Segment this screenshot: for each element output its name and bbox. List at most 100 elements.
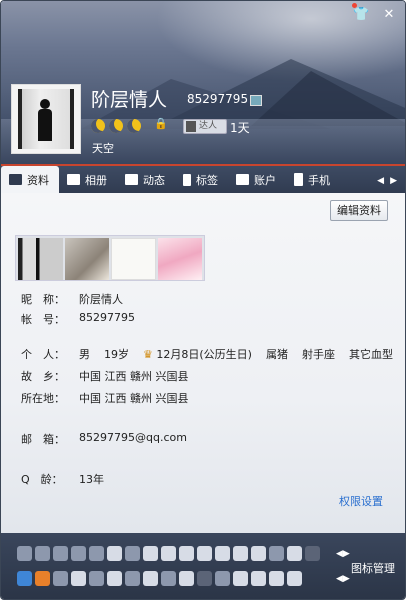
shield-icon[interactable] [107,571,122,586]
birthday-icon: ♛ [143,348,153,361]
skin-icon[interactable]: 👕 [353,7,369,23]
qq-pet-icon[interactable] [35,571,50,586]
feed-icon [125,174,138,185]
tab-profile[interactable]: 资料 [1,166,59,193]
bookmark-icon [183,173,191,186]
tab-bar: 资料 相册 动态 标签 账户 手机 ◀ ▶ [1,164,405,195]
badge-icon[interactable] [35,546,50,561]
badge-icon[interactable] [53,546,68,561]
icon-row-bottom [17,571,302,586]
star-icon[interactable] [251,546,266,561]
online-days: 1天 [230,121,250,135]
text-icon[interactable] [197,571,212,586]
tv-icon[interactable] [233,571,248,586]
badge-icon[interactable] [125,546,140,561]
tab-phone[interactable]: 手机 [286,166,340,193]
window-controls: 👕 ✕ [353,7,397,23]
avatar-window-bar [70,89,74,149]
photo-thumbnail[interactable] [64,238,109,280]
music-icon[interactable] [125,571,140,586]
photo-thumbnail[interactable] [111,238,156,280]
tab-label: 资料 [27,173,49,187]
diamond-icon[interactable] [233,546,248,561]
online-badge[interactable]: 达人 [183,119,227,134]
moon-icon [91,119,105,133]
person-icon [186,121,196,132]
badge-icon[interactable] [17,546,32,561]
diamond-icon[interactable] [143,546,158,561]
blood-type: 其它血型 [348,348,393,361]
gem-icon[interactable] [215,571,230,586]
badge-icon[interactable] [251,571,266,586]
gender: 男 [79,348,90,361]
moon-icon [127,119,141,133]
badge-icon[interactable] [269,546,284,561]
field-value: 中国 江西 赣州 兴国县 [79,370,189,383]
profile-window: 👕 ✕ 阶层情人 85297795 🔒 达人 1天 天空 资料 相册 动态 标签… [0,0,406,600]
badge-icon[interactable] [89,571,104,586]
tab-label: 动态 [143,173,165,187]
field-value: 阶层情人 [79,293,123,306]
field-label: 所在地： [21,392,65,405]
tab-tags[interactable]: 标签 [175,166,228,193]
grid-icon[interactable] [143,571,158,586]
edit-profile-button[interactable]: 编辑资料 [330,200,388,221]
disc-icon[interactable] [161,571,176,586]
tab-label: 手机 [308,173,330,187]
profile-header: 👕 ✕ 阶层情人 85297795 🔒 达人 1天 天空 [1,1,405,164]
badge-icon[interactable] [71,546,86,561]
permission-settings-link[interactable]: 权限设置 [339,493,383,509]
tab-label: 账户 [254,173,276,187]
field-label: 帐 号： [21,313,65,326]
diamond-icon[interactable] [215,546,230,561]
briefcase-icon [236,174,249,185]
field-label: 故 乡： [21,370,65,383]
photo-thumbnail[interactable] [18,238,63,280]
diamond-icon[interactable] [161,546,176,561]
badge-icon[interactable] [89,546,104,561]
birthday: 12月8日(公历生日) [156,348,252,361]
badge-icon[interactable] [305,546,320,561]
nickname: 阶层情人 [91,89,168,111]
tab-scroll-right-icon[interactable]: ▶ [390,176,397,186]
field-label: 邮 箱： [21,433,65,446]
online-badge-label: 达人 [199,121,218,131]
diamond-icon[interactable] [197,546,212,561]
tab-label: 相册 [85,173,107,187]
tab-feed[interactable]: 动态 [117,166,175,193]
avatar[interactable] [11,84,81,154]
profile-content: 编辑资料 昵 称： 阶层情人 帐 号： 85297795 个 人： 男 19岁 [1,193,405,533]
field-label: Q 龄： [21,473,63,486]
avatar-person-body [38,109,52,141]
photo-strip [15,235,205,281]
field-label: 昵 称： [21,293,65,306]
qq-show-icon[interactable] [17,571,32,586]
tab-album[interactable]: 相册 [59,166,117,193]
icon-scroll-arrows[interactable]: ◀▶ [336,549,350,559]
star-icon[interactable] [53,571,68,586]
bookmark-icon[interactable] [269,571,284,586]
tab-account[interactable]: 账户 [228,166,286,193]
tab-scroll: ◀ ▶ [377,166,405,195]
lock-icon[interactable]: 🔒 [154,118,168,129]
app-icon[interactable] [71,571,86,586]
icon-scroll-arrows[interactable]: ◀▶ [336,574,350,584]
mail-icon[interactable] [287,571,302,586]
constellation: 射手座 [301,348,335,361]
heart-icon[interactable] [287,546,302,561]
field-value: 中国 江西 赣州 兴国县 [79,392,189,405]
picture-icon[interactable] [250,95,262,106]
diamond-icon[interactable] [107,546,122,561]
album-icon [67,174,80,185]
field-value: 13年 [79,473,104,486]
signature[interactable]: 天空 [92,140,114,156]
diamond-icon[interactable] [179,546,194,561]
tab-label: 标签 [196,173,218,187]
icon-bar: ◀▶ ◀▶ 图标管理 [1,533,405,599]
photo-icon[interactable] [179,571,194,586]
tab-scroll-left-icon[interactable]: ◀ [377,176,384,186]
avatar-window-bar [18,89,22,149]
close-icon[interactable]: ✕ [381,7,397,23]
icon-manage-button[interactable]: 图标管理 [351,560,395,576]
photo-thumbnail[interactable] [157,238,203,280]
